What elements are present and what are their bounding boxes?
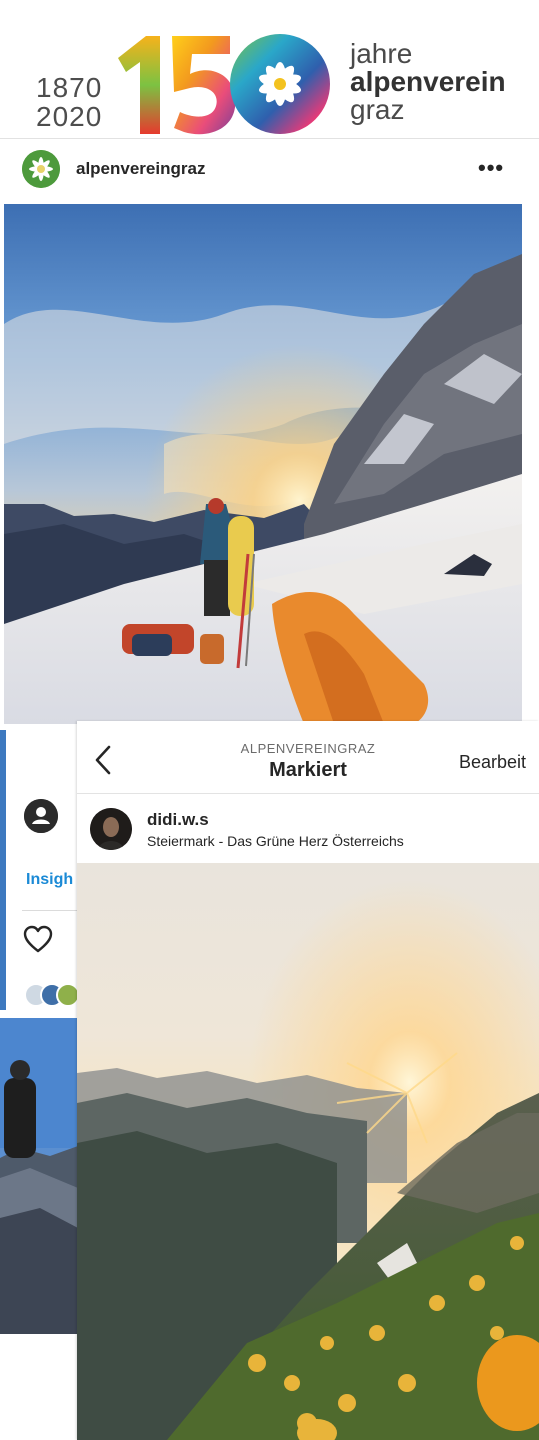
more-icon[interactable]: ••• [478, 155, 504, 181]
tagged-user-avatar[interactable] [90, 808, 132, 850]
insights-link[interactable]: Insigh [26, 871, 73, 889]
logo-150-mark [118, 34, 330, 135]
post-header: alpenvereingraz ••• [0, 138, 539, 201]
logo-word-graz: graz [350, 94, 405, 125]
background-post-photo [0, 1018, 78, 1334]
post-username[interactable]: alpenvereingraz [76, 159, 205, 179]
logo-word-jahre: jahre [350, 38, 413, 69]
divider [22, 910, 78, 911]
logo-word-alpenverein: alpenverein [350, 66, 506, 97]
logo-wordmark: jahre alpenverein graz [350, 40, 506, 124]
person-icon[interactable] [24, 799, 58, 833]
liker-avatars[interactable] [24, 983, 80, 1007]
logo-year-end: 2020 [36, 101, 103, 132]
tagged-username[interactable]: didi.w.s [147, 810, 209, 830]
edit-button[interactable]: Bearbeit [459, 752, 526, 773]
panel-divider [77, 793, 539, 794]
logo-banner: 1870 2020 jahre alpenverein graz [0, 0, 539, 138]
logo-year-start: 1870 [36, 72, 103, 103]
edelweiss-icon [22, 150, 60, 188]
heart-icon[interactable] [23, 925, 53, 958]
post-photo [4, 204, 522, 724]
tagged-location[interactable]: Steiermark - Das Grüne Herz Österreichs [147, 833, 404, 849]
logo-years: 1870 2020 [36, 73, 102, 131]
background-photo-edge [0, 730, 6, 1010]
tagged-post-photo [77, 863, 539, 1440]
profile-avatar[interactable] [22, 150, 60, 188]
tagged-panel: ALPENVEREINGRAZ Markiert Bearbeit didi.w… [77, 721, 539, 1440]
